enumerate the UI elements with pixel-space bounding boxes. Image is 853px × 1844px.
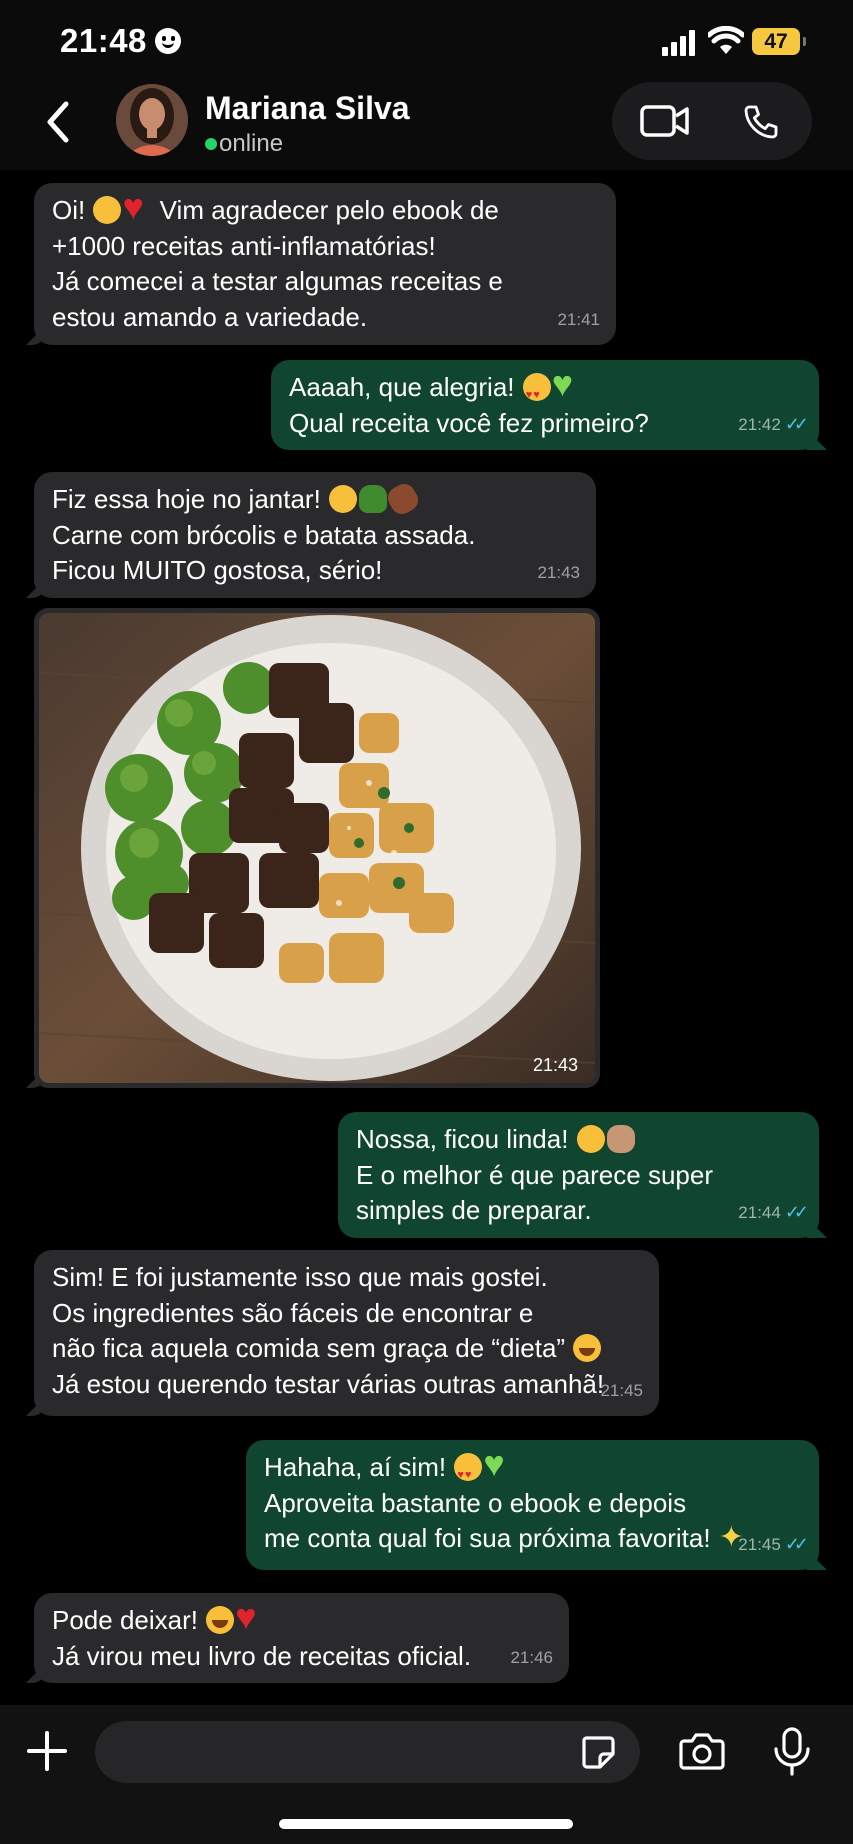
camera-icon[interactable] <box>678 1731 726 1771</box>
read-ticks-icon: ✓✓ <box>784 1533 809 1554</box>
message-line: Já virou meu livro de receitas oficial. <box>52 1640 472 1671</box>
green-heart-emoji <box>552 366 581 402</box>
read-ticks-icon: ✓✓ <box>784 1201 809 1222</box>
message-line: Carne com brócolis e batata assada. <box>52 519 476 550</box>
sweet-potato-emoji <box>383 479 423 519</box>
phone-icon <box>744 105 778 139</box>
plus-icon[interactable] <box>27 1731 67 1771</box>
message-time-read: 21:44 ✓✓ <box>738 1195 809 1231</box>
message-line: simples de preparar. <box>356 1195 592 1225</box>
message-bubble-outgoing[interactable]: Aaaah, que alegria! Qual receita você fe… <box>271 360 819 450</box>
drooling-face-emoji <box>576 1125 605 1153</box>
message-bubble-outgoing[interactable]: Hahaha, aí sim! Aproveita bastante o ebo… <box>246 1440 819 1570</box>
back-chevron-icon[interactable] <box>38 98 78 146</box>
read-ticks-icon: ✓✓ <box>784 413 809 434</box>
message-line: Qual receita você fez primeiro? <box>289 407 649 438</box>
red-heart-emoji <box>122 189 151 225</box>
presence-status: online <box>205 130 283 158</box>
message-bubble-incoming[interactable]: Fiz essa hoje no jantar! Carne com bróco… <box>34 472 596 598</box>
voice-call-button[interactable] <box>714 82 812 160</box>
message-line: Nossa, ficou linda! <box>356 1122 803 1158</box>
message-line: Oi! Vim agradecer pelo ebook de <box>52 189 600 229</box>
message-bubble-incoming[interactable]: Oi! Vim agradecer pelo ebook de +1000 re… <box>34 183 616 345</box>
message-bubble-incoming[interactable]: Sim! E foi justamente isso que mais gost… <box>34 1250 659 1416</box>
message-time: 21:46 <box>510 1647 553 1667</box>
message-time-read: 21:45 ✓✓ <box>738 1527 809 1563</box>
smiling-hearts-emoji <box>329 485 358 513</box>
message-line: Já estou querendo testar várias outras a… <box>52 1368 605 1399</box>
video-call-button[interactable] <box>612 82 714 160</box>
contact-avatar[interactable] <box>116 84 188 156</box>
message-line: +1000 receitas anti-inflamatórias! <box>52 230 436 261</box>
message-time: 21:43 <box>532 1055 578 1075</box>
video-call-icon <box>640 105 689 137</box>
message-line: Hahaha, aí sim! <box>264 1446 803 1494</box>
message-line: Aaaah, que alegria! <box>289 366 803 414</box>
message-line: Aproveita bastante o ebook e depois <box>264 1487 687 1518</box>
message-input[interactable] <box>95 1721 640 1783</box>
broccoli-emoji <box>359 485 388 513</box>
pleading-face-emoji <box>93 196 122 224</box>
image-message[interactable]: 21:43 <box>34 608 600 1088</box>
message-bubble-outgoing[interactable]: Nossa, ficou linda! E o melhor é que par… <box>338 1112 819 1238</box>
online-dot <box>205 138 217 150</box>
home-indicator[interactable] <box>279 1819 573 1829</box>
heart-eyes-emoji <box>454 1453 483 1494</box>
message-line: E o melhor é que parece super <box>356 1159 713 1190</box>
clapping-hands-emoji <box>606 1125 635 1153</box>
presence-label: online <box>219 130 284 157</box>
message-line: Pode deixar! <box>52 1599 553 1639</box>
message-list[interactable]: Oi! Vim agradecer pelo ebook de +1000 re… <box>0 170 853 1705</box>
message-line: Já comecei a testar algumas receitas e <box>52 266 503 296</box>
message-line: não fica aquela comida sem graça de “die… <box>52 1331 643 1367</box>
message-bubble-incoming[interactable]: Pode deixar! Já virou meu livro de recei… <box>34 1593 569 1683</box>
message-line: Ficou MUITO gostosa, sério! <box>52 555 383 585</box>
message-time: 21:41 <box>557 309 600 329</box>
tears-of-joy-emoji <box>573 1334 602 1362</box>
message-time: 21:43 <box>537 562 580 582</box>
message-time: 21:45 <box>600 1380 643 1400</box>
message-line: Sim! E foi justamente isso que mais gost… <box>52 1262 548 1292</box>
red-heart-emoji <box>235 1599 264 1635</box>
smiley-status-icon <box>155 28 181 54</box>
status-time: 21:48 <box>60 22 147 59</box>
message-line: Fiz essa hoje no jantar! <box>52 479 580 519</box>
battery-indicator: 47 <box>752 28 806 55</box>
contact-name[interactable]: Mariana Silva <box>205 90 410 127</box>
message-line: Os ingredientes são fáceis de encontrar … <box>52 1297 534 1328</box>
status-bar: 21:48 47 <box>0 0 853 80</box>
wifi-icon <box>708 26 744 54</box>
chat-header: Mariana Silva online <box>0 80 853 166</box>
tears-of-joy-emoji <box>206 1606 235 1634</box>
message-line: me conta qual foi sua próxima favorita! <box>264 1520 803 1557</box>
food-photo[interactable] <box>39 613 595 1083</box>
sticker-icon[interactable] <box>580 1734 616 1770</box>
microphone-icon[interactable] <box>772 1727 812 1777</box>
cellular-signal-icon <box>662 30 698 56</box>
green-heart-emoji <box>483 1446 512 1482</box>
message-time-read: 21:42 ✓✓ <box>738 407 809 443</box>
message-line: estou amando a variedade. <box>52 301 368 332</box>
heart-eyes-emoji <box>522 373 551 414</box>
